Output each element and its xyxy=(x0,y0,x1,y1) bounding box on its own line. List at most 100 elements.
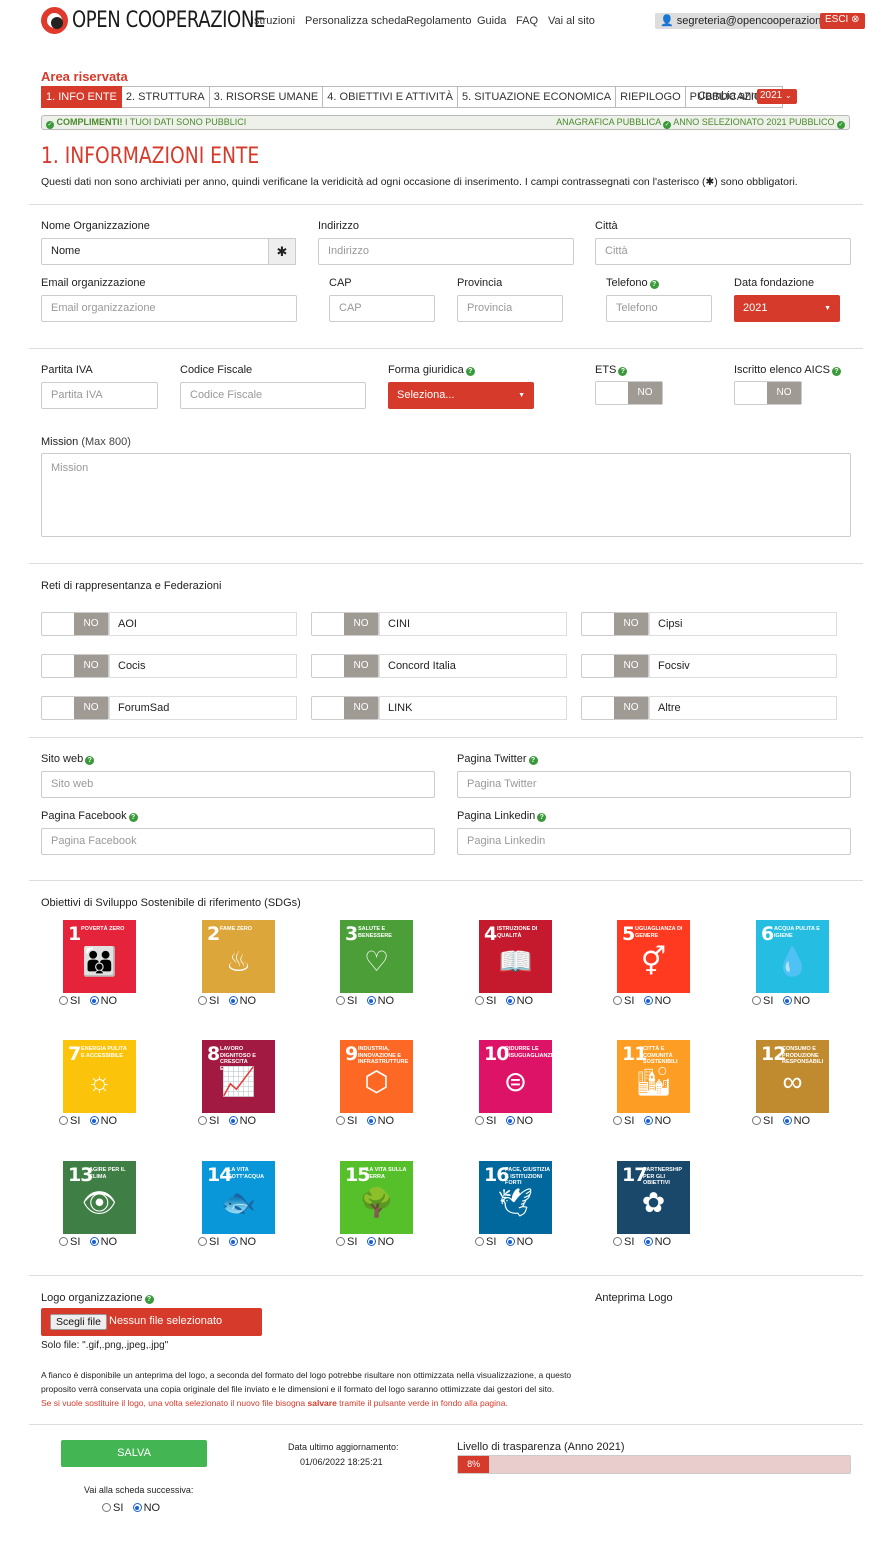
radio-sdg-yes[interactable] xyxy=(475,996,484,1005)
help-icon[interactable]: ? xyxy=(832,367,841,376)
linkedin-input[interactable]: Pagina Linkedin xyxy=(457,828,851,855)
radio-sdg-no[interactable] xyxy=(89,1237,99,1246)
radio-sdg-yes[interactable] xyxy=(198,1237,207,1246)
cf-input[interactable]: Codice Fiscale xyxy=(180,382,366,409)
choose-file-button[interactable]: Scegli file xyxy=(50,1314,107,1330)
network-toggle-cipsi[interactable]: NO xyxy=(581,612,649,636)
user-account[interactable]: 👤 segreteria@opencooperazione.it xyxy=(655,13,841,29)
help-icon[interactable]: ? xyxy=(144,1295,154,1304)
help-icon[interactable]: ? xyxy=(128,813,138,822)
radio-sdg-yes[interactable] xyxy=(59,996,68,1005)
radio-sdg-yes[interactable] xyxy=(198,1116,207,1125)
save-button[interactable]: SALVA xyxy=(61,1440,207,1467)
next-yes-option[interactable]: SI xyxy=(102,1502,123,1514)
radio-sdg-no[interactable] xyxy=(643,1237,653,1246)
radio-sdg-no[interactable] xyxy=(782,996,792,1005)
help-icon[interactable]: ? xyxy=(618,367,628,376)
tab-struttura[interactable]: 2. STRUTTURA xyxy=(121,86,210,108)
radio-sdg-yes[interactable] xyxy=(336,1237,345,1246)
radio-sdg-yes[interactable] xyxy=(613,1116,622,1125)
network-toggle-aoi[interactable]: NO xyxy=(41,612,109,636)
nav-istruzioni[interactable]: Istruzioni xyxy=(251,15,295,27)
tab-obiettivi-attivita[interactable]: 4. OBIETTIVI E ATTIVITÀ xyxy=(323,86,458,108)
twitter-input[interactable]: Pagina Twitter xyxy=(457,771,851,798)
mission-textarea[interactable]: Mission xyxy=(41,453,851,537)
radio-sdg-yes[interactable] xyxy=(336,1116,345,1125)
radio-sdg-no[interactable] xyxy=(505,996,515,1005)
network-toggle-concord-italia[interactable]: NO xyxy=(311,654,379,678)
nome-input[interactable]: Nome xyxy=(41,238,269,265)
facebook-input[interactable]: Pagina Facebook xyxy=(41,828,435,855)
radio-sdg-no[interactable] xyxy=(228,996,238,1005)
tab-info-ente[interactable]: 1. INFO ENTE xyxy=(41,86,122,108)
radio-next-no[interactable] xyxy=(132,1503,142,1512)
radio-sdg-yes[interactable] xyxy=(475,1116,484,1125)
radio-sdg-no[interactable] xyxy=(228,1116,238,1125)
network-toggle-cocis[interactable]: NO xyxy=(41,654,109,678)
network-toggle-link[interactable]: NO xyxy=(311,696,379,720)
citta-input[interactable]: Città xyxy=(595,238,851,265)
radio-sdg-yes[interactable] xyxy=(198,996,207,1005)
piva-label: Partita IVA xyxy=(41,364,93,376)
logo-file-input[interactable]: Scegli file Nessun file selezionato xyxy=(41,1308,262,1336)
piva-input[interactable]: Partita IVA xyxy=(41,382,158,409)
sdg-radios-15: SI NO xyxy=(336,1236,394,1248)
fondazione-select[interactable]: 2021 ▼ xyxy=(734,295,840,322)
network-toggle-forumsad[interactable]: NO xyxy=(41,696,109,720)
nav-regolamento[interactable]: Regolamento xyxy=(406,15,471,27)
year-select[interactable]: 2021 ⌄ xyxy=(757,89,797,104)
tab-situazione-economica[interactable]: 5. SITUAZIONE ECONOMICA xyxy=(458,86,617,108)
indirizzo-input[interactable]: Indirizzo xyxy=(318,238,574,265)
radio-sdg-no[interactable] xyxy=(643,1116,653,1125)
radio-sdg-no[interactable] xyxy=(782,1116,792,1125)
network-name: Concord Italia xyxy=(379,654,567,678)
radio-next-yes[interactable] xyxy=(102,1503,111,1512)
help-icon[interactable]: ? xyxy=(85,756,95,765)
tab-riepilogo[interactable]: RIEPILOGO xyxy=(616,86,686,108)
radio-sdg-no[interactable] xyxy=(228,1237,238,1246)
network-toggle-cini[interactable]: NO xyxy=(311,612,379,636)
radio-sdg-no[interactable] xyxy=(366,1116,376,1125)
radio-sdg-no[interactable] xyxy=(89,1116,99,1125)
network-toggle-altre[interactable]: NO xyxy=(581,696,649,720)
aics-toggle[interactable]: NO xyxy=(734,381,802,405)
help-icon[interactable]: ? xyxy=(528,756,538,765)
radio-sdg-yes[interactable] xyxy=(613,1237,622,1246)
radio-sdg-yes[interactable] xyxy=(59,1237,68,1246)
ets-toggle[interactable]: NO xyxy=(595,381,663,405)
telefono-input[interactable]: Telefono xyxy=(606,295,712,322)
sdg-radios-8: SI NO xyxy=(198,1115,256,1127)
logout-button[interactable]: ESCI ⊗ xyxy=(820,13,865,29)
radio-sdg-yes[interactable] xyxy=(59,1116,68,1125)
help-icon[interactable]: ? xyxy=(465,367,475,376)
nav-faq[interactable]: FAQ xyxy=(516,15,538,27)
nav-vai-al-sito[interactable]: Vai al sito xyxy=(548,15,595,27)
radio-sdg-no[interactable] xyxy=(366,1237,376,1246)
radio-sdg-yes[interactable] xyxy=(752,1116,761,1125)
logo-icon[interactable] xyxy=(41,7,68,34)
radio-sdg-no[interactable] xyxy=(89,996,99,1005)
sito-input[interactable]: Sito web xyxy=(41,771,435,798)
nav-guida[interactable]: Guida xyxy=(477,15,506,27)
tab-risorse-umane[interactable]: 3. RISORSE UMANE xyxy=(209,86,324,108)
logo-text[interactable]: OPEN COOPERAZIONE xyxy=(72,8,265,33)
radio-sdg-no[interactable] xyxy=(366,996,376,1005)
next-no-option[interactable]: NO xyxy=(132,1502,160,1514)
radio-sdg-no[interactable] xyxy=(505,1116,515,1125)
radio-sdg-yes[interactable] xyxy=(336,996,345,1005)
help-icon[interactable]: ? xyxy=(537,813,547,822)
sdg-no-label: NO xyxy=(100,1236,118,1248)
email-input[interactable]: Email organizzazione xyxy=(41,295,297,322)
radio-sdg-no[interactable] xyxy=(643,996,653,1005)
logo-note-3b: salvare xyxy=(307,1398,337,1408)
cap-input[interactable]: CAP xyxy=(329,295,435,322)
nav-personalizza-scheda[interactable]: Personalizza scheda xyxy=(305,15,407,27)
forma-select[interactable]: Seleziona... ▼ xyxy=(388,382,534,409)
provincia-input[interactable]: Provincia xyxy=(457,295,563,322)
network-toggle-focsiv[interactable]: NO xyxy=(581,654,649,678)
radio-sdg-yes[interactable] xyxy=(613,996,622,1005)
radio-sdg-no[interactable] xyxy=(505,1237,515,1246)
radio-sdg-yes[interactable] xyxy=(475,1237,484,1246)
help-icon[interactable]: ? xyxy=(649,280,659,289)
radio-sdg-yes[interactable] xyxy=(752,996,761,1005)
